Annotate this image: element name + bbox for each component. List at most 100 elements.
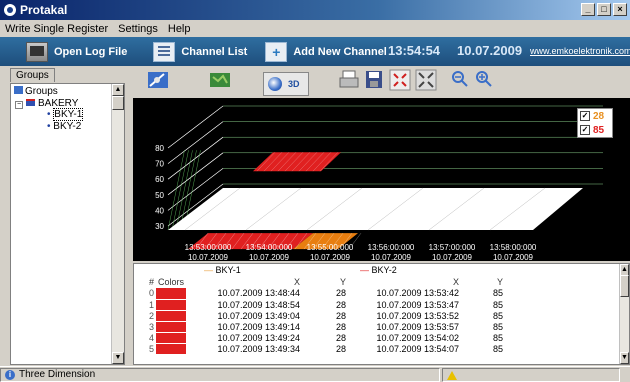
data-grid: — BKY-1 — BKY-2 # Colors X Y X Y 0 10.07.… (133, 263, 630, 365)
table-cell: 10.07.2009 13:49:14 (186, 321, 305, 333)
color-swatch (156, 332, 187, 344)
table-cell: 85 (463, 288, 506, 300)
series-header: — BKY-1 (204, 265, 241, 275)
maximize-button[interactable]: □ (597, 3, 611, 16)
collapse-icon: − (15, 101, 23, 109)
y-tick-label: 80 (155, 144, 164, 153)
legend-checkbox[interactable]: ✓ (580, 125, 590, 135)
tab-groups[interactable]: Groups (10, 68, 55, 82)
table-row[interactable]: 2 10.07.2009 13:49:04 28 10.07.2009 13:53:5… (134, 310, 506, 322)
add-new-channel-button[interactable]: Add New Channel (259, 37, 393, 66)
print-icon (339, 70, 359, 88)
menu-settings[interactable]: Settings (113, 23, 163, 35)
column-header: Y (340, 277, 347, 287)
scroll-down-icon[interactable]: ▼ (620, 352, 629, 364)
x-tick-label: 13:54:00:000 (246, 243, 293, 252)
zoom-out-button[interactable] (450, 69, 470, 95)
channel-list-label: Channel List (181, 45, 248, 58)
tree-item-bky-1[interactable]: • BKY-1 (47, 108, 84, 121)
status-panel-alerts (442, 367, 620, 382)
scroll-up-icon[interactable]: ▲ (112, 84, 124, 96)
series-header-label: BKY-1 (215, 265, 241, 275)
table-row[interactable]: 4 10.07.2009 13:49:24 28 10.07.2009 13:54:0… (134, 332, 506, 344)
table-row[interactable]: 5 10.07.2009 13:49:34 28 10.07.2009 13:54:0… (134, 343, 506, 355)
table-cell: 28 (304, 288, 349, 300)
table-cell: 85 (463, 321, 506, 333)
tree-scrollbar[interactable]: ▲ ▼ (111, 84, 124, 364)
series-header-label: BKY-2 (371, 265, 397, 275)
table-cell: 85 (463, 310, 506, 322)
table-cell: 10.07.2009 13:54:07 (348, 343, 464, 355)
zoom-out-icon (452, 71, 468, 87)
table-cell: 10.07.2009 13:49:04 (186, 310, 305, 322)
website-link[interactable]: www.emkoelektronik.com.tr (530, 46, 630, 56)
chart-legend: ✓ 28 ✓ 85 (577, 108, 613, 138)
legend-item[interactable]: ✓ 28 (578, 109, 612, 123)
status-bar: i Three Dimension (0, 366, 630, 382)
date-display: 10.07.2009 (457, 43, 523, 58)
window-title: Protakal (20, 3, 68, 17)
tree-root[interactable]: Groups (14, 86, 58, 97)
x-tick-label: 13:58:00:000 (490, 243, 537, 252)
table-row[interactable]: 0 10.07.2009 13:48:44 28 10.07.2009 13:53:4… (134, 288, 506, 300)
expand-button[interactable] (415, 69, 437, 95)
legend-checkbox[interactable]: ✓ (580, 111, 590, 121)
y-tick-label: 60 (155, 175, 164, 184)
shrink-button[interactable] (389, 69, 411, 95)
grid-line (167, 136, 224, 180)
table-cell: 10.07.2009 13:53:52 (348, 310, 464, 322)
table-cell: 10.07.2009 13:49:34 (186, 343, 305, 355)
grid-scrollbar[interactable]: ▲ ▼ (619, 264, 629, 364)
save-button[interactable] (364, 69, 384, 95)
tree-item-bky-2[interactable]: • BKY-2 (47, 121, 81, 132)
table-cell: 10.07.2009 13:53:57 (348, 321, 464, 333)
warning-icon (447, 370, 457, 380)
table-row[interactable]: 3 10.07.2009 13:49:14 28 10.07.2009 13:53:5… (134, 321, 506, 333)
table-cell: 10.07.2009 13:48:44 (186, 288, 305, 300)
add-channel-label: Add New Channel (293, 45, 387, 58)
table-cell: 0 (134, 288, 156, 300)
channel-list-button[interactable]: Channel List (147, 37, 253, 66)
scroll-thumb[interactable] (112, 96, 124, 110)
minimize-button[interactable]: _ (581, 3, 595, 16)
menu-bar: Write Single Register Settings Help (0, 20, 630, 37)
add-icon (265, 41, 288, 62)
menu-write-single-register[interactable]: Write Single Register (0, 23, 113, 35)
tree-root-label: Groups (25, 86, 58, 97)
table-cell: 28 (304, 321, 349, 333)
scroll-down-icon[interactable]: ▼ (112, 352, 124, 364)
satellite-view-button[interactable] (146, 69, 170, 95)
chart-floor (168, 188, 583, 230)
x-tick-date: 10.07.2009 (310, 253, 351, 261)
table-cell: 2 (134, 310, 156, 322)
map-view-button[interactable] (208, 69, 232, 95)
column-header: # (148, 277, 154, 287)
table-cell: 10.07.2009 13:48:54 (186, 299, 305, 311)
save-icon (366, 71, 382, 88)
zoom-in-button[interactable] (474, 69, 494, 95)
color-swatch (156, 288, 187, 300)
network-icon (14, 86, 23, 94)
column-header: X (453, 277, 460, 287)
tree-item-label: BKY-2 (53, 121, 82, 132)
print-button[interactable] (338, 69, 360, 95)
close-button[interactable]: × (613, 3, 627, 16)
legend-label: 28 (593, 110, 605, 122)
table-row[interactable]: 1 10.07.2009 13:48:54 28 10.07.2009 13:53:4… (134, 299, 506, 311)
table-cell: 28 (304, 310, 349, 322)
open-log-file-button[interactable]: Open Log File (20, 37, 133, 66)
column-header: Y (497, 277, 504, 287)
toggle-3d-button[interactable]: 3D (263, 72, 309, 96)
chart-panel: 30 40 50 60 70 80 13:53:00:000 10.07.2009 13:54:… (133, 98, 630, 262)
left-tabs: Groups (10, 68, 55, 84)
scroll-thumb[interactable] (620, 275, 629, 297)
table-cell: 28 (304, 343, 349, 355)
map-icon (210, 73, 230, 87)
x-tick-date: 10.07.2009 (249, 253, 290, 261)
x-tick-label: 13:55:00:000 (307, 243, 354, 252)
expand-arrows-icon (415, 69, 437, 91)
table-cell: 1 (134, 299, 156, 311)
legend-item[interactable]: ✓ 85 (578, 123, 612, 137)
color-swatch (156, 321, 187, 333)
menu-help[interactable]: Help (163, 23, 196, 35)
